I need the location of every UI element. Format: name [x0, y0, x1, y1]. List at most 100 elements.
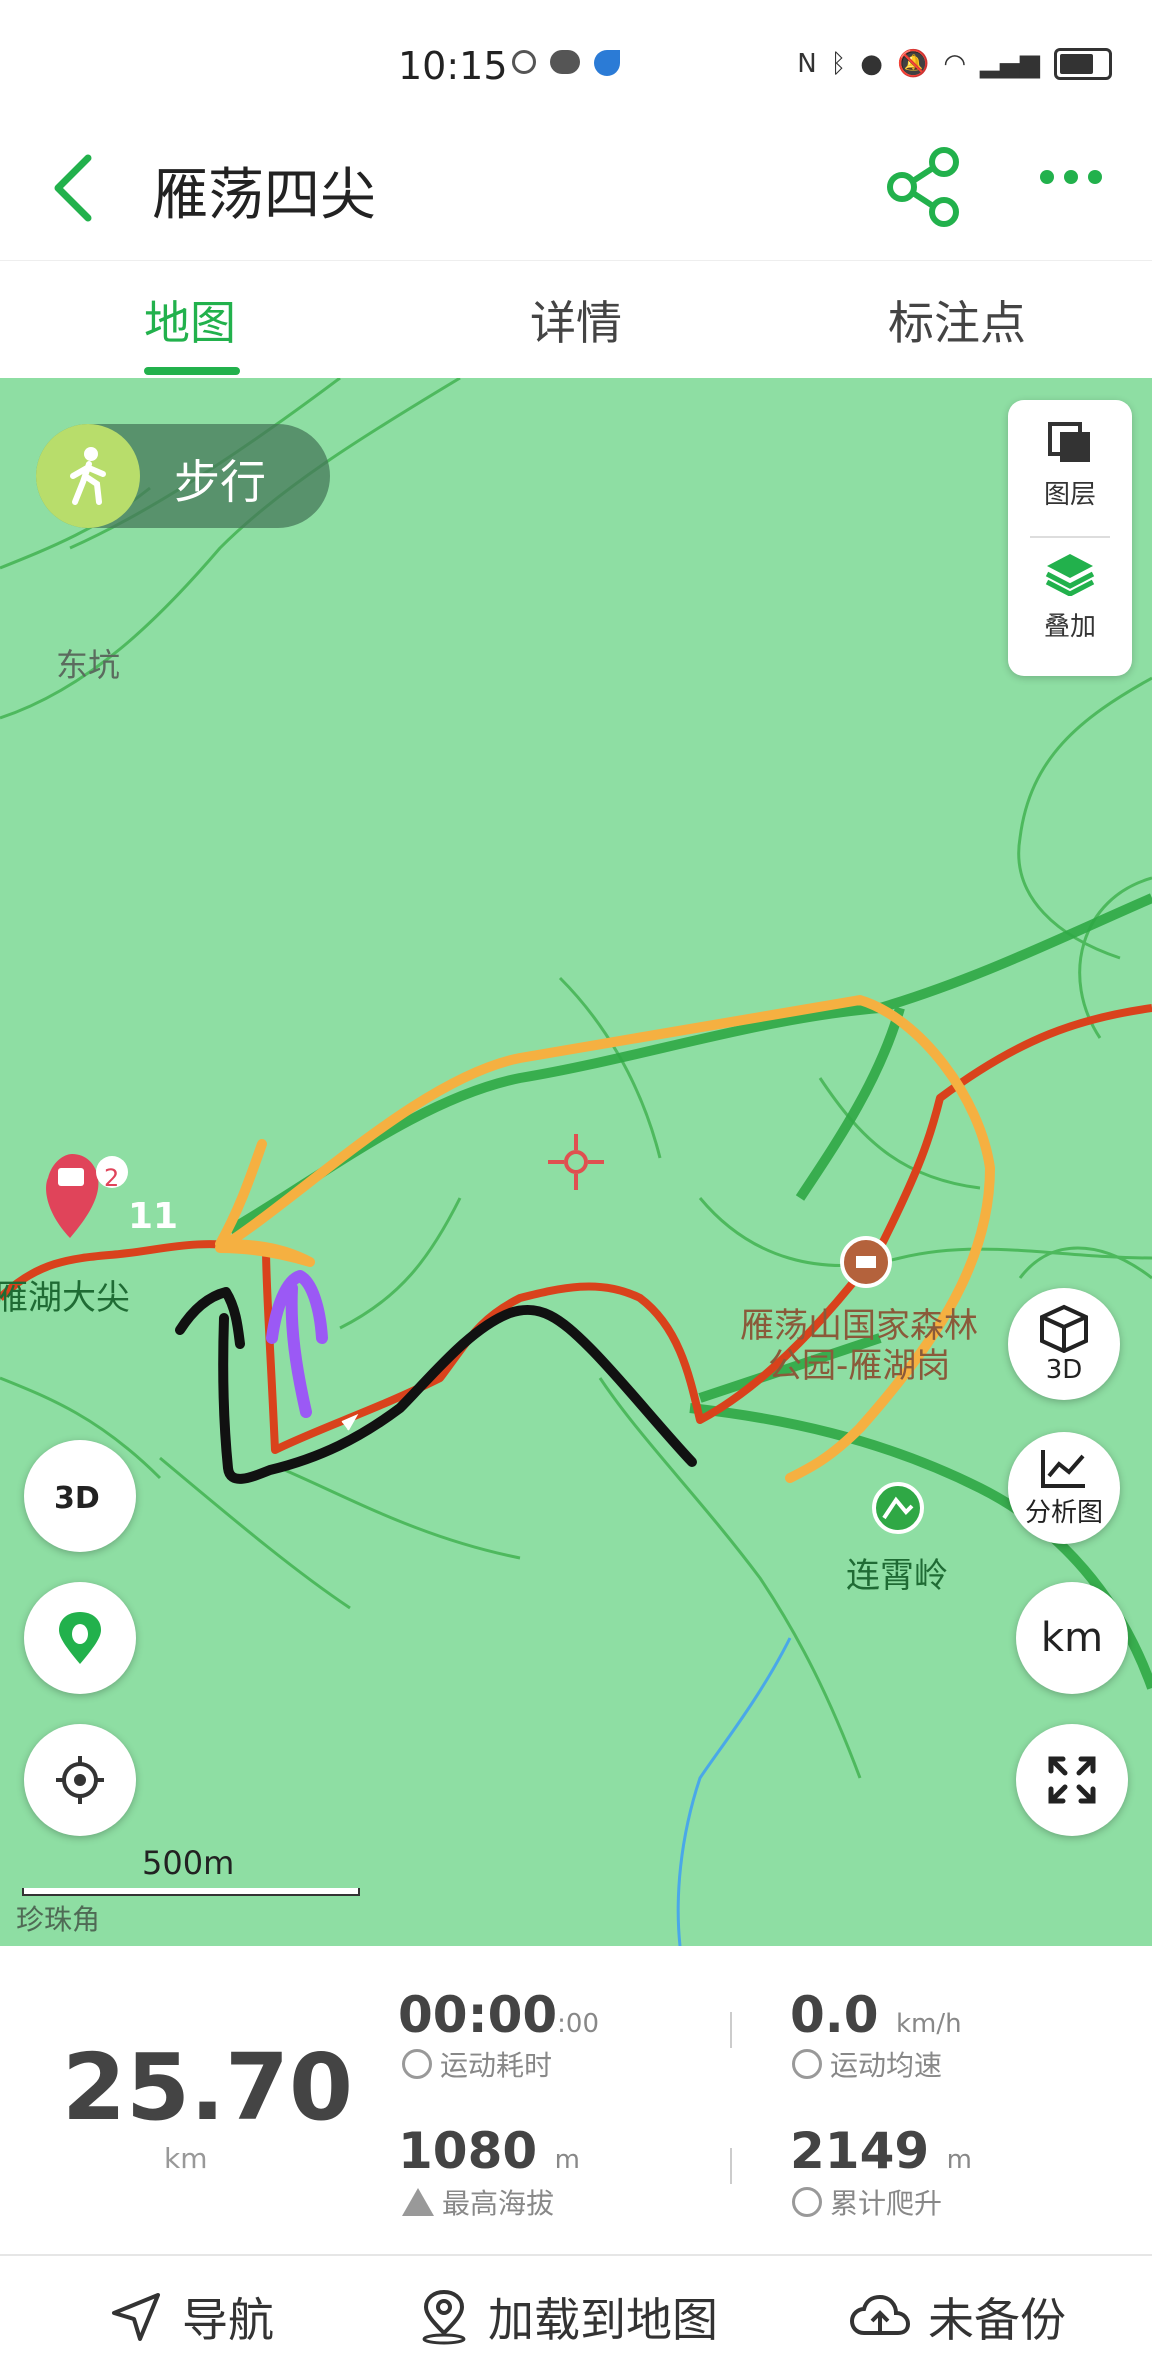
crosshair-locate-icon — [56, 1756, 104, 1804]
3d-view-button[interactable]: 3D — [24, 1440, 136, 1552]
mountain-peak-icon — [402, 2188, 434, 2216]
wifi-icon: ◠ — [943, 49, 966, 79]
waypoint-number: 11 — [128, 1196, 179, 1237]
footprint-button[interactable] — [24, 1582, 136, 1694]
stopwatch-icon — [402, 2049, 432, 2079]
marker-badge: 2 — [104, 1164, 120, 1192]
tab-markers[interactable]: 标注点 — [888, 287, 1026, 353]
map-pin-icon — [422, 2289, 466, 2345]
max-altitude-label: 最高海拔 — [442, 2187, 555, 2220]
backup-button[interactable]: 未备份 — [850, 2284, 1066, 2350]
more-menu-icon[interactable] — [1040, 170, 1102, 184]
travel-mode-toggle[interactable]: 步行 — [36, 424, 330, 528]
main-trails — [227, 893, 1152, 1690]
locate-me-button[interactable] — [24, 1724, 136, 1836]
max-altitude-main: 1080 — [398, 2122, 538, 2180]
scale-bar-line — [22, 1888, 360, 1896]
stats-divider-2 — [730, 2148, 732, 2184]
speedometer-icon — [792, 2049, 822, 2079]
speed-unit: km/h — [896, 2009, 962, 2039]
3d-icon: 3D — [54, 1481, 100, 1516]
3d-terrain-label: 3D — [1045, 1355, 1083, 1385]
mute-icon: 🔕 — [896, 49, 930, 79]
status-bar: 10:15 N ᛒ ● 🔕 ◠ ▂▄▆ — [0, 0, 1152, 110]
layers-icon — [1048, 422, 1090, 462]
back-chevron-icon[interactable] — [44, 148, 104, 228]
total-distance-value: 25.70 — [62, 2034, 354, 2141]
speed-main: 0.0 — [790, 1986, 879, 2044]
climb-value: 2149 m — [790, 2122, 972, 2180]
track-stats-panel: 25.70 km 00:00:00 运动耗时 0.0 km/h 运动均速 108… — [0, 1946, 1152, 2254]
max-altitude-label-row: 最高海拔 — [402, 2182, 554, 2222]
place-label-dongkeng: 东坑 — [56, 646, 121, 684]
analysis-chart-label: 分析图 — [1024, 1497, 1103, 1528]
svg-text:3D: 3D — [54, 1481, 100, 1516]
place-label-forest-park-2: 公园-雁湖岗 — [768, 1346, 951, 1386]
load-to-map-label: 加载到地图 — [488, 2293, 718, 2347]
bird-app-icon — [594, 50, 620, 76]
map-canvas — [0, 378, 1152, 1946]
navigate-label: 导航 — [182, 2293, 274, 2347]
line-chart-icon — [1041, 1449, 1085, 1488]
location-icon: ● — [860, 49, 883, 79]
travel-mode-label: 步行 — [174, 455, 266, 509]
max-altitude-value: 1080 m — [398, 2122, 580, 2180]
annotation-purple-arrow — [266, 1270, 328, 1418]
expand-icon — [1048, 1756, 1096, 1804]
trail-network — [0, 378, 1152, 1779]
navigate-button[interactable]: 导航 — [108, 2284, 274, 2350]
tab-active-indicator — [144, 367, 240, 375]
stream-line — [676, 1637, 792, 1946]
status-time: 10:15 — [398, 44, 508, 88]
climb-label-row: 累计爬升 — [792, 2182, 942, 2222]
mountain-poi-icon[interactable] — [872, 1482, 924, 1534]
layer-panel: 图层 叠加 — [1008, 400, 1132, 676]
duration-main: 00:00 — [398, 1986, 558, 2044]
place-label-lianxiao-ling: 连霄岭 — [846, 1556, 948, 1596]
scale-label: 500m — [142, 1844, 235, 1882]
stack-overlay-icon — [1045, 554, 1095, 597]
center-crosshair-icon — [548, 1134, 604, 1190]
map-view[interactable]: 步行 图层 叠加 东坑 11 2 雁湖大尖 雁荡山国家森林 公园-雁湖岗 连霄岭… — [0, 378, 1152, 1946]
climb-label: 累计爬升 — [830, 2187, 943, 2220]
page-title: 雁荡四尖 — [152, 163, 376, 228]
max-altitude-unit: m — [554, 2145, 580, 2175]
wechat-icon — [550, 50, 580, 74]
duration-label-row: 运动耗时 — [402, 2044, 552, 2084]
cube-icon — [1040, 1304, 1088, 1353]
load-to-map-button[interactable]: 加载到地图 — [418, 2284, 718, 2350]
duration-seconds: :00 — [557, 2009, 599, 2039]
overlay-button[interactable]: 叠加 — [1008, 550, 1132, 643]
bluetooth-icon: ᛒ — [830, 49, 847, 79]
annotation-black-arrow — [175, 1287, 697, 1484]
fullscreen-button[interactable] — [1016, 1724, 1128, 1836]
climb-bars-icon — [792, 2187, 822, 2217]
layers-button[interactable]: 图层 — [1008, 420, 1132, 511]
tab-map[interactable]: 地图 — [144, 287, 236, 353]
climb-main: 2149 — [790, 2122, 930, 2180]
unit-km-label: km — [1040, 1615, 1104, 1661]
system-icons: N ᛒ ● 🔕 ◠ ▂▄▆ — [797, 48, 1112, 80]
duration-value: 00:00:00 — [398, 1986, 599, 2044]
tab-details[interactable]: 详情 — [530, 287, 622, 353]
duration-label: 运动耗时 — [440, 2049, 553, 2082]
stats-divider — [730, 2012, 732, 2048]
total-distance-unit: km — [164, 2142, 208, 2175]
share-icon[interactable] — [884, 146, 966, 228]
analysis-chart-button[interactable]: 分析图 — [1008, 1432, 1120, 1544]
speed-label-row: 运动均速 — [792, 2044, 942, 2084]
speed-label: 运动均速 — [830, 2049, 943, 2082]
climb-unit: m — [946, 2145, 972, 2175]
navigation-arrow-icon — [112, 2293, 160, 2341]
backup-label: 未备份 — [928, 2293, 1066, 2347]
unit-km-button[interactable]: km — [1016, 1582, 1128, 1694]
overlay-label: 叠加 — [1043, 612, 1096, 642]
layers-label: 图层 — [1043, 480, 1096, 510]
app-notification-icon — [512, 50, 536, 74]
tab-bar: 地图 详情 标注点 — [0, 260, 1152, 380]
cloud-upload-icon — [850, 2294, 910, 2335]
3d-terrain-button[interactable]: 3D — [1008, 1288, 1120, 1400]
forest-park-poi-icon[interactable] — [840, 1236, 892, 1288]
nfc-icon: N — [797, 49, 817, 79]
signal-icon: ▂▄▆ — [980, 49, 1040, 79]
